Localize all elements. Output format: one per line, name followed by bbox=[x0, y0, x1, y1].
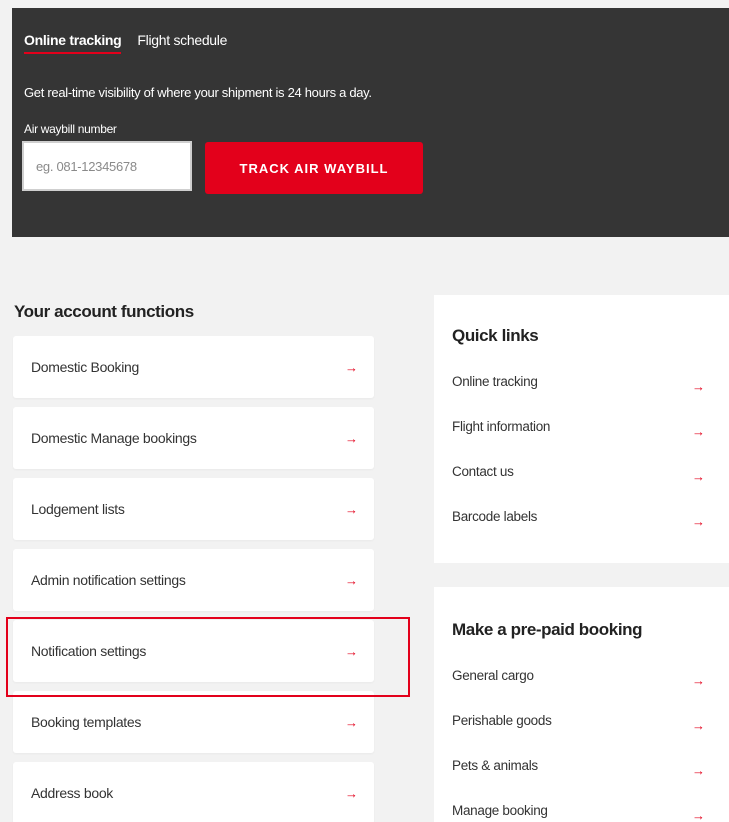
arrow-right-icon: → bbox=[692, 673, 705, 688]
track-air-waybill-button[interactable]: TRACK AIR WAYBILL bbox=[205, 142, 423, 194]
arrow-right-icon: → bbox=[345, 501, 358, 517]
function-notification-settings[interactable]: Notification settings → bbox=[13, 620, 374, 682]
prepaid-booking-title: Make a pre-paid booking bbox=[452, 620, 643, 639]
arrow-right-icon: → bbox=[345, 572, 358, 588]
link-label: Contact us bbox=[452, 464, 514, 479]
link-label: Flight information bbox=[452, 419, 551, 434]
account-functions-title: Your account functions bbox=[14, 302, 194, 321]
arrow-right-icon: → bbox=[692, 379, 705, 394]
tab-online-tracking[interactable]: Online tracking bbox=[24, 32, 122, 54]
function-label: Address book bbox=[31, 785, 114, 801]
link-label: Perishable goods bbox=[452, 713, 552, 728]
quick-links-list: Online tracking → Flight information → C… bbox=[452, 374, 705, 554]
arrow-right-icon: → bbox=[345, 785, 358, 801]
arrow-right-icon: → bbox=[345, 643, 358, 659]
arrow-right-icon: → bbox=[692, 763, 705, 778]
tracking-tabs: Online tracking Flight schedule bbox=[24, 32, 227, 54]
function-label: Booking templates bbox=[31, 714, 142, 730]
arrow-right-icon: → bbox=[692, 808, 705, 822]
prepaid-link-manage-booking[interactable]: Manage booking → bbox=[452, 803, 705, 822]
function-label: Domestic Manage bookings bbox=[31, 430, 197, 446]
quick-links-title: Quick links bbox=[452, 326, 539, 345]
arrow-right-icon: → bbox=[692, 424, 705, 439]
function-booking-templates[interactable]: Booking templates → bbox=[13, 691, 374, 753]
arrow-right-icon: → bbox=[345, 430, 358, 446]
quick-link-flight-information[interactable]: Flight information → bbox=[452, 419, 705, 464]
link-label: Online tracking bbox=[452, 374, 538, 389]
prepaid-booking-list: General cargo → Perishable goods → Pets … bbox=[452, 668, 705, 822]
function-admin-notification-settings[interactable]: Admin notification settings → bbox=[13, 549, 374, 611]
function-label: Notification settings bbox=[31, 643, 147, 659]
function-domestic-booking[interactable]: Domestic Booking → bbox=[13, 336, 374, 398]
arrow-right-icon: → bbox=[692, 469, 705, 484]
function-lodgement-lists[interactable]: Lodgement lists → bbox=[13, 478, 374, 540]
function-domestic-manage-bookings[interactable]: Domestic Manage bookings → bbox=[13, 407, 374, 469]
link-label: Barcode labels bbox=[452, 509, 538, 524]
awb-label: Air waybill number bbox=[24, 122, 117, 136]
arrow-right-icon: → bbox=[692, 514, 705, 529]
tracking-description: Get real-time visibility of where your s… bbox=[24, 85, 372, 100]
function-address-book[interactable]: Address book → bbox=[13, 762, 374, 822]
arrow-right-icon: → bbox=[345, 714, 358, 730]
link-label: Manage booking bbox=[452, 803, 548, 818]
link-label: General cargo bbox=[452, 668, 534, 683]
prepaid-link-pets-animals[interactable]: Pets & animals → bbox=[452, 758, 705, 803]
function-label: Admin notification settings bbox=[31, 572, 186, 588]
link-label: Pets & animals bbox=[452, 758, 538, 773]
function-label: Domestic Booking bbox=[31, 359, 140, 375]
quick-link-barcode-labels[interactable]: Barcode labels → bbox=[452, 509, 705, 554]
prepaid-link-perishable-goods[interactable]: Perishable goods → bbox=[452, 713, 705, 758]
tab-flight-schedule[interactable]: Flight schedule bbox=[137, 32, 227, 54]
prepaid-link-general-cargo[interactable]: General cargo → bbox=[452, 668, 705, 713]
quick-link-online-tracking[interactable]: Online tracking → bbox=[452, 374, 705, 419]
prepaid-booking-card: Make a pre-paid booking General cargo → … bbox=[434, 587, 729, 822]
arrow-right-icon: → bbox=[692, 718, 705, 733]
quick-links-card: Quick links Online tracking → Flight inf… bbox=[434, 295, 729, 563]
awb-input[interactable] bbox=[22, 141, 192, 191]
quick-link-contact-us[interactable]: Contact us → bbox=[452, 464, 705, 509]
function-label: Lodgement lists bbox=[31, 501, 125, 517]
account-functions-list: Domestic Booking → Domestic Manage booki… bbox=[13, 336, 374, 822]
tracking-panel: Online tracking Flight schedule Get real… bbox=[12, 8, 729, 237]
arrow-right-icon: → bbox=[345, 359, 358, 375]
